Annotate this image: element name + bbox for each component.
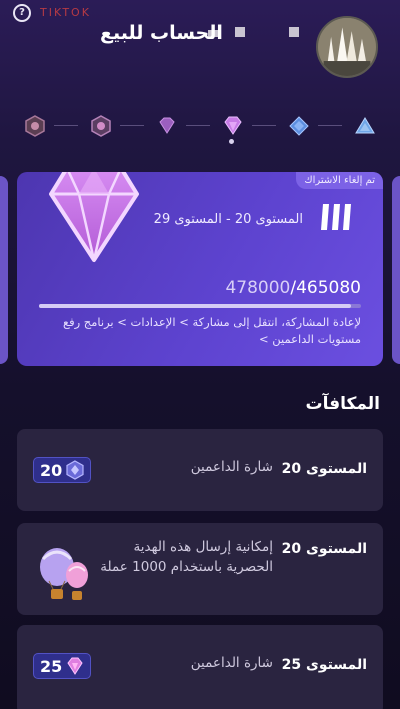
rejoin-instructions[interactable]: لإعادة المشاركة، انتقل إلى مشاركة > الإع… bbox=[39, 314, 361, 348]
reward-item[interactable]: المستوى 20 شارة الداعمين 20 bbox=[17, 429, 383, 511]
reward-level: المستوى 25 bbox=[281, 657, 367, 673]
diamond-badge-icon bbox=[67, 657, 83, 675]
reward-text: إمكانية إرسال هذه الهدية الحصرية باستخدا… bbox=[100, 539, 273, 575]
diamond-icon bbox=[49, 172, 139, 262]
level-range: المستوى 20 - المستوى 29 bbox=[153, 212, 303, 227]
rewards-heading: المكافآت bbox=[305, 394, 380, 414]
purple-hexagon-icon[interactable] bbox=[156, 115, 178, 137]
reward-text: شارة الداعمين bbox=[190, 459, 273, 475]
top-bar: ? TIKTOK الحساب للبيع bbox=[0, 0, 400, 100]
reward-level: المستوى 20 bbox=[281, 461, 367, 477]
points-current: 465080 bbox=[296, 278, 361, 298]
points-counter: 478000/465080 bbox=[225, 278, 361, 298]
blue-diamond-icon[interactable] bbox=[288, 115, 310, 137]
current-level-indicator bbox=[229, 139, 234, 144]
badge-number: 20 bbox=[40, 460, 63, 480]
triangle-icon[interactable] bbox=[354, 115, 376, 137]
progress-bar bbox=[39, 304, 361, 308]
reward-text: شارة الداعمين bbox=[190, 655, 273, 671]
username: الحساب للبيع bbox=[100, 22, 223, 44]
level-track bbox=[20, 112, 380, 142]
previous-card-peek[interactable] bbox=[0, 176, 8, 364]
silver-hexagon-icon[interactable] bbox=[90, 115, 112, 137]
next-card-peek[interactable] bbox=[392, 176, 400, 364]
progress-fill bbox=[39, 304, 352, 308]
reward-item[interactable]: المستوى 25 شارة الداعمين 25 bbox=[17, 625, 383, 709]
watermark-text: TIKTOK bbox=[40, 6, 91, 19]
violet-diamond-icon[interactable] bbox=[222, 115, 244, 137]
level-card: تم إلغاء الاشتراك المستوى 20 - المستوى 2… bbox=[17, 172, 383, 366]
bronze-hexagon-icon[interactable] bbox=[24, 115, 46, 137]
supporter-badge: 25 bbox=[33, 653, 91, 679]
status-badge: تم إلغاء الاشتراك bbox=[296, 172, 383, 189]
level-tier-icon bbox=[321, 204, 351, 230]
help-icon[interactable]: ? bbox=[13, 4, 31, 22]
redaction-block bbox=[289, 27, 299, 37]
badge-number: 25 bbox=[40, 656, 63, 676]
avatar[interactable] bbox=[316, 16, 378, 78]
reward-level: المستوى 20 bbox=[281, 541, 367, 557]
redaction-block bbox=[235, 27, 245, 37]
hexagon-badge-icon bbox=[66, 460, 84, 480]
points-total: 478000 bbox=[225, 278, 291, 298]
gift-balloon-icon bbox=[40, 548, 88, 600]
reward-item[interactable]: المستوى 20 إمكانية إرسال هذه الهدية الحص… bbox=[17, 523, 383, 615]
supporter-badge: 20 bbox=[33, 457, 91, 483]
